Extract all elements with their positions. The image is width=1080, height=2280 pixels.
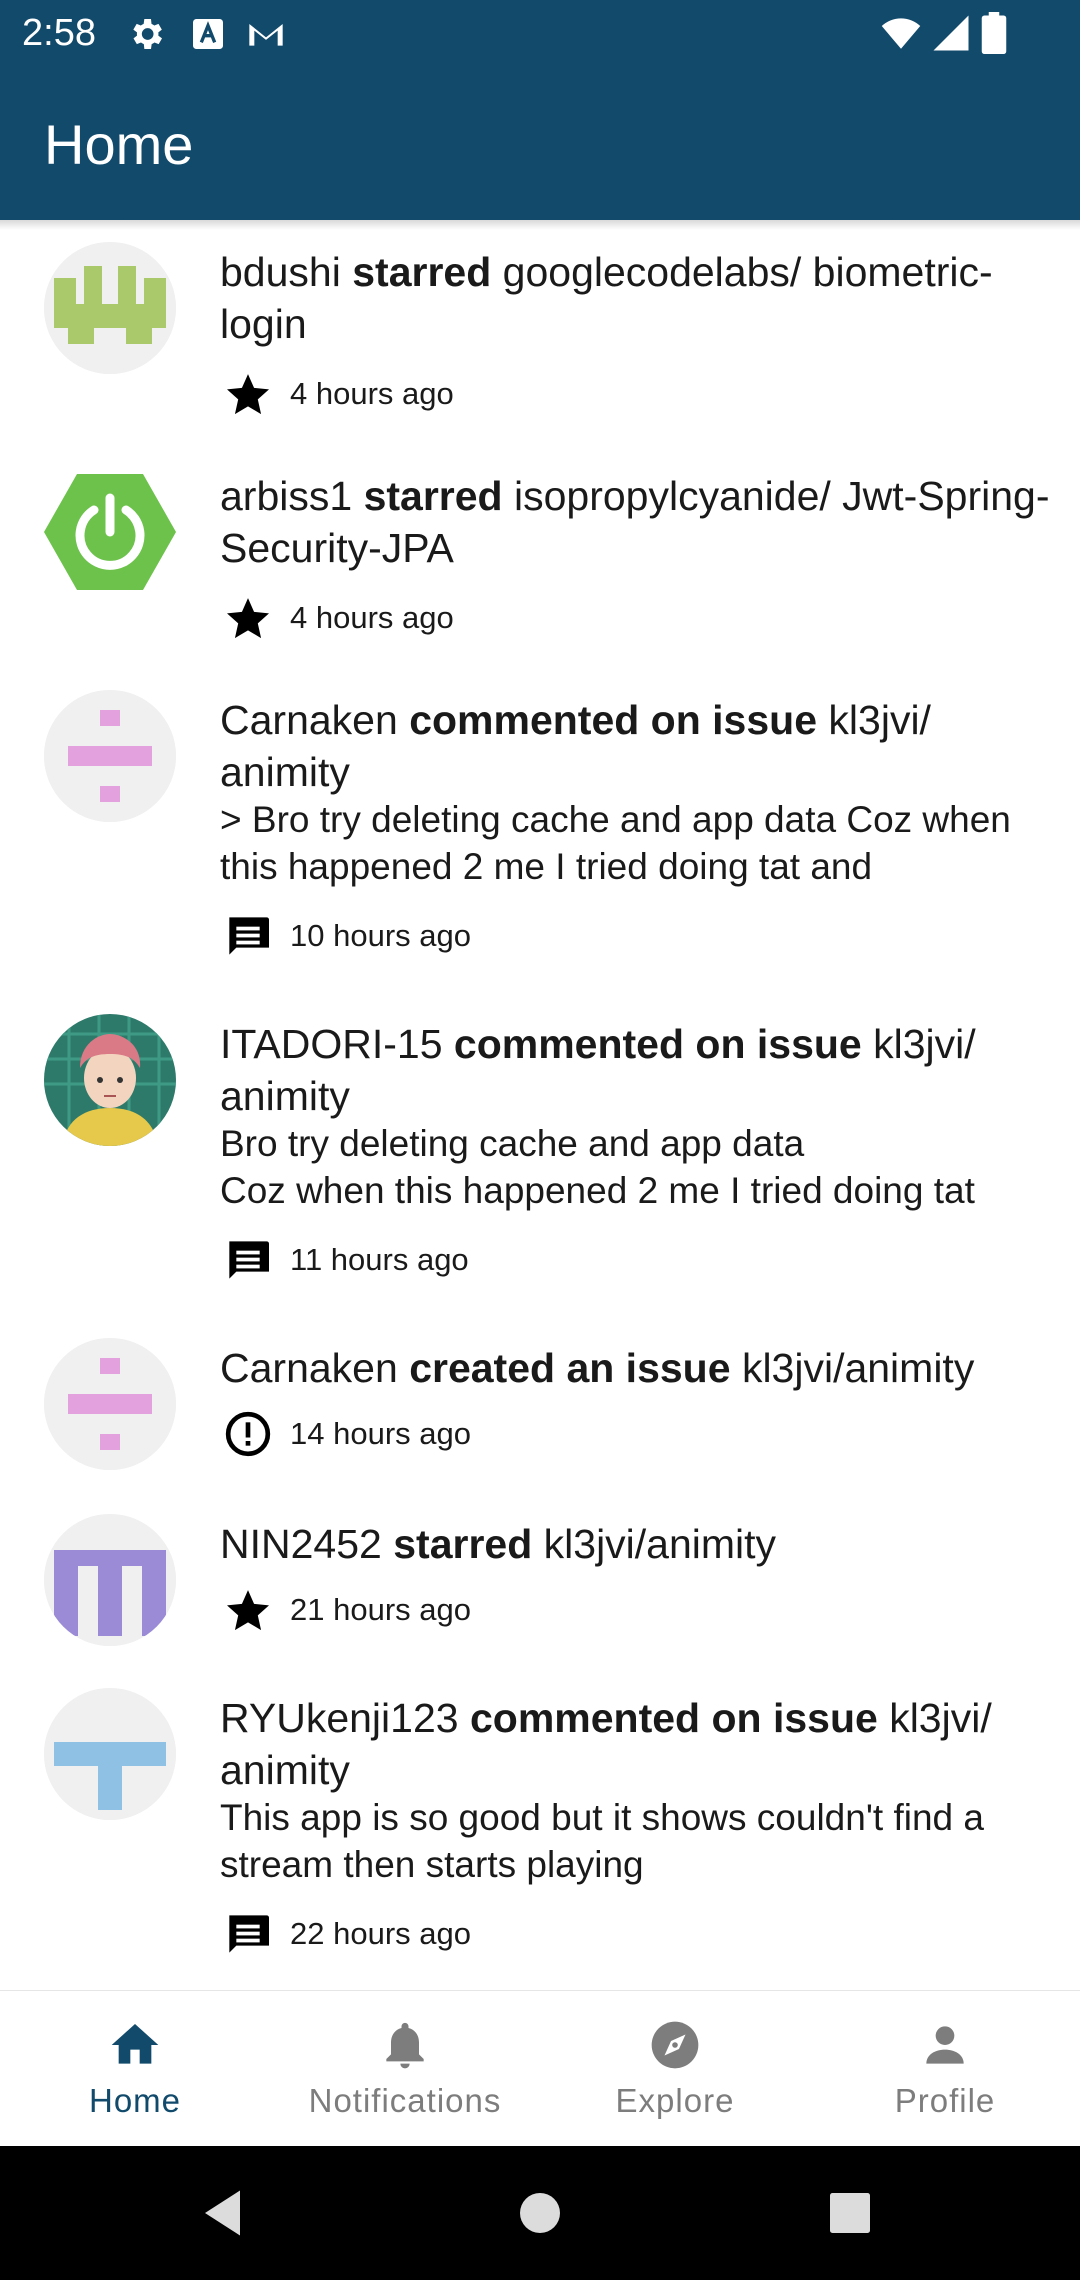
feed-headline: NIN2452 starred kl3jvi/animity: [220, 1518, 1050, 1570]
feed-headline: Carnaken commented on issue kl3jvi/ anim…: [220, 694, 1050, 798]
timestamp: 22 hours ago: [290, 1916, 471, 1951]
system-navigation-bar: [0, 2146, 1080, 2280]
feed-headline: RYUkenji123 commented on issue kl3jvi/ a…: [220, 1692, 1050, 1796]
action-text: commented on issue: [453, 1021, 862, 1067]
star-icon: [227, 598, 269, 639]
feed-headline: Carnaken created an issue kl3jvi/animity: [220, 1342, 1050, 1394]
identicon-image: [44, 1514, 176, 1646]
action-text: starred: [393, 1521, 533, 1567]
identicon-image: [44, 1338, 176, 1470]
comment-icon: [229, 1915, 269, 1953]
timestamp: 11 hours ago: [290, 1242, 469, 1277]
actor-name[interactable]: ITADORI-15: [220, 1021, 443, 1067]
feed-headline: arbiss1 starred isopropylcyanide/ Jwt-Sp…: [220, 470, 1050, 574]
status-time: 2:58: [22, 12, 96, 54]
feed-headline: bdushi starred googlecodelabs/ biometric…: [220, 246, 1050, 350]
actor-name[interactable]: Carnaken: [220, 697, 398, 743]
activity-feed[interactable]: bdushi starred googlecodelabs/ biometric…: [0, 230, 1080, 1990]
avatar[interactable]: [44, 1338, 176, 1470]
app-bar: Home: [0, 66, 1080, 220]
feed-item[interactable]: arbiss1 starred isopropylcyanide/ Jwt-Sp…: [0, 454, 1080, 664]
nav-label: Explore: [615, 2082, 735, 2119]
timestamp: 4 hours ago: [290, 376, 454, 411]
actor-name[interactable]: bdushi: [220, 249, 341, 295]
wifi-icon: [881, 18, 921, 49]
status-bar: 2:58: [0, 0, 1080, 66]
feed-item[interactable]: ITADORI-15 commented on issue kl3jvi/ an…: [0, 1002, 1080, 1292]
page-title: Home: [44, 113, 194, 176]
nav-label: Notifications: [308, 2082, 502, 2119]
feed-item[interactable]: Carnaken commented on issue kl3jvi/ anim…: [0, 678, 1080, 968]
avatar[interactable]: [44, 242, 176, 374]
timestamp: 14 hours ago: [290, 1416, 471, 1451]
nav-explore[interactable]: Explore: [540, 1991, 810, 2147]
home-circle-icon[interactable]: [510, 2183, 570, 2243]
actor-name[interactable]: Carnaken: [220, 1345, 398, 1391]
timestamp: 21 hours ago: [290, 1592, 471, 1627]
feed-headline: ITADORI-15 commented on issue kl3jvi/ an…: [220, 1018, 1050, 1122]
nav-profile[interactable]: Profile: [810, 1991, 1080, 2147]
comment-icon: [229, 917, 269, 955]
home-icon: [111, 2024, 159, 2064]
bottom-navigation: Home Notifications Explore Profile: [0, 1990, 1080, 2146]
comment-body: > Bro try deleting cache and app data Co…: [220, 799, 1011, 887]
bell-icon: [386, 2022, 424, 2069]
identicon-image: [44, 690, 176, 822]
cell-signal-icon: [933, 15, 969, 51]
repo-name[interactable]: kl3jvi/animity: [544, 1521, 776, 1567]
comment-body: Bro try deleting cache and app data Coz …: [220, 1123, 975, 1211]
timestamp: 10 hours ago: [290, 918, 471, 953]
nav-label: Home: [88, 2082, 182, 2119]
star-icon: [227, 374, 269, 415]
comment-icon: [229, 1241, 269, 1279]
app-bar-shadow: [0, 220, 1080, 230]
repo-name[interactable]: kl3jvi/animity: [742, 1345, 974, 1391]
feed-item[interactable]: NIN2452 starred kl3jvi/animity 21 hours …: [0, 1502, 1080, 1662]
avatar[interactable]: [44, 466, 176, 598]
anime-avatar-image: [44, 1014, 176, 1146]
avatar[interactable]: [44, 1014, 176, 1146]
compass-icon: [651, 2021, 699, 2069]
issue-icon: [225, 1411, 271, 1457]
action-text: starred: [352, 249, 492, 295]
actor-name[interactable]: NIN2452: [220, 1521, 382, 1567]
comment-body: This app is so good but it shows couldn'…: [220, 1797, 984, 1885]
actor-name[interactable]: arbiss1: [220, 473, 352, 519]
actor-name[interactable]: RYUkenji123: [220, 1695, 459, 1741]
action-text: starred: [363, 473, 503, 519]
avatar[interactable]: [44, 1688, 176, 1820]
font-a-icon: [193, 19, 223, 49]
star-icon: [227, 1590, 269, 1631]
avatar[interactable]: [44, 1514, 176, 1646]
timestamp: 4 hours ago: [290, 600, 454, 635]
identicon-image: [44, 242, 176, 374]
action-text: created an issue: [409, 1345, 731, 1391]
nav-home[interactable]: Home: [0, 1991, 270, 2147]
recents-icon[interactable]: [820, 2183, 880, 2243]
gear-icon: [133, 19, 162, 49]
back-icon[interactable]: [195, 2183, 255, 2243]
battery-icon: [981, 12, 1007, 54]
nav-label: Profile: [894, 2082, 996, 2119]
avatar[interactable]: [44, 690, 176, 822]
spring-logo-image: [44, 474, 176, 590]
action-text: commented on issue: [469, 1695, 878, 1741]
gmail-icon: [249, 24, 283, 46]
nav-notifications[interactable]: Notifications: [270, 1991, 540, 2147]
action-text: commented on issue: [409, 697, 818, 743]
identicon-image: [44, 1688, 176, 1820]
feed-item[interactable]: bdushi starred googlecodelabs/ biometric…: [0, 230, 1080, 440]
feed-item[interactable]: Carnaken created an issue kl3jvi/animity…: [0, 1326, 1080, 1486]
person-icon: [926, 2026, 964, 2064]
feed-item[interactable]: RYUkenji123 commented on issue kl3jvi/ a…: [0, 1676, 1080, 1976]
